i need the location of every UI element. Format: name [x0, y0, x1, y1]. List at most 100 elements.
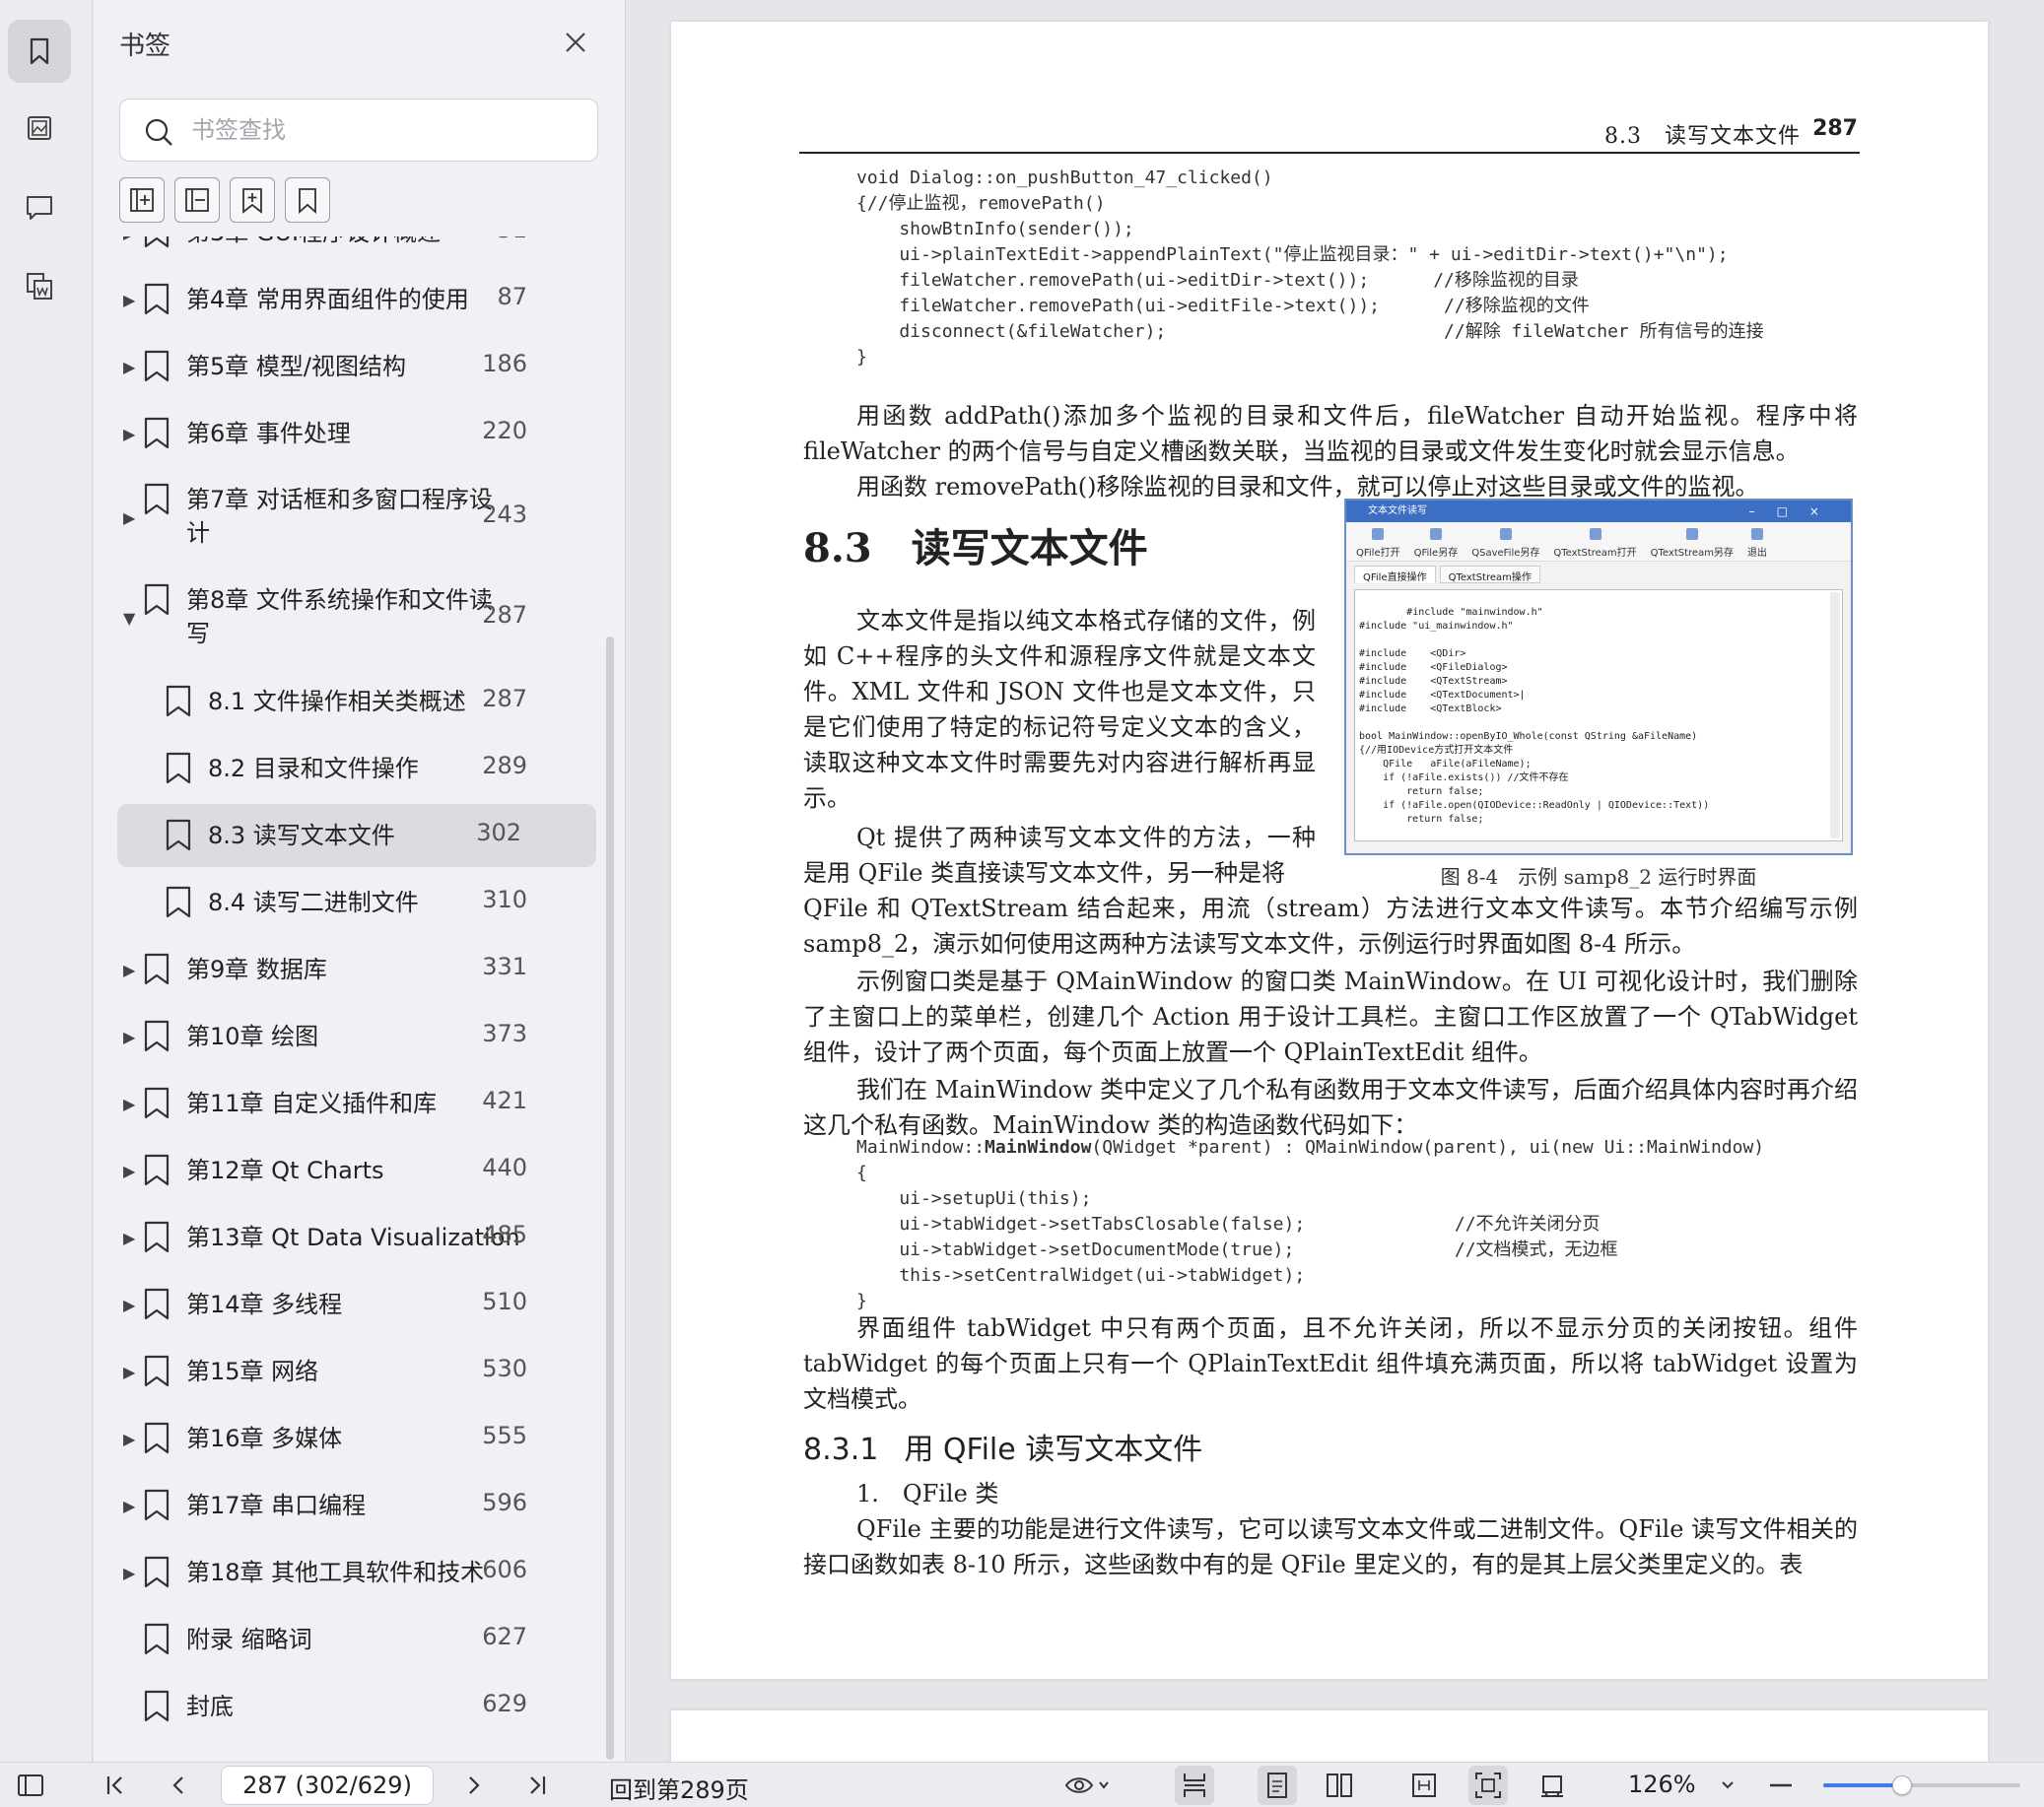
fit-width-button[interactable]: [1409, 1771, 1439, 1800]
bookmark-item[interactable]: ▶ 第16章 多媒体 555: [94, 1405, 625, 1472]
expand-arrow-icon[interactable]: ▶: [123, 1296, 135, 1314]
bookmark-item[interactable]: ▶ 第14章 多线程 510: [94, 1271, 625, 1338]
bookmark-search-input[interactable]: [191, 109, 576, 151]
fit-page-button[interactable]: [1468, 1766, 1508, 1805]
bookmark-item[interactable]: 8.4 读写二进制文件 310: [94, 869, 625, 936]
reading-mode-dropdown[interactable]: [1064, 1771, 1112, 1800]
bookmark-item[interactable]: ▶ 第17章 串口编程 596: [94, 1472, 625, 1539]
expand-arrow-icon[interactable]: ▶: [123, 1430, 135, 1448]
bookmark-icon: [144, 1087, 170, 1119]
next-page-button[interactable]: [459, 1771, 489, 1800]
figure-toolbar-button: QSaveFile另存: [1471, 526, 1539, 559]
single-page-button[interactable]: [1258, 1766, 1297, 1805]
figure-window-controls: –□×: [1748, 504, 1841, 518]
comment-panel-button[interactable]: [8, 175, 71, 238]
pages-panel-button[interactable]: [8, 254, 71, 317]
two-page-button[interactable]: [1325, 1771, 1354, 1800]
paragraph-text-files: 文本文件是指以纯文本格式存储的文件，例如 C++程序的头文件和源程序文件就是文本…: [803, 607, 1316, 812]
bookmark-icon: [30, 37, 49, 65]
last-page-button[interactable]: [522, 1771, 552, 1800]
add-bookmark-button[interactable]: [230, 177, 275, 223]
expand-arrow-icon[interactable]: ▶: [123, 291, 135, 309]
bookmark-item[interactable]: ▶ 第4章 常用界面组件的使用 87: [94, 266, 625, 333]
bookmark-item[interactable]: ▶ 第18章 其他工具软件和技术 606: [94, 1539, 625, 1606]
zoom-slider-knob[interactable]: [1892, 1775, 1912, 1795]
expand-arrow-icon[interactable]: ▶: [123, 1497, 135, 1515]
zoom-out-button[interactable]: [1766, 1771, 1796, 1800]
expand-arrow-icon[interactable]: ▶: [123, 1229, 135, 1247]
zoom-level[interactable]: 126%: [1628, 1771, 1696, 1798]
expand-arrow-icon[interactable]: ▶: [123, 1028, 135, 1046]
bookmark-item[interactable]: ▶ 第7章 对话框和多窗口程序设计 243: [94, 467, 625, 568]
bookmark-item[interactable]: ▶ 第12章 Qt Charts 440: [94, 1137, 625, 1204]
bookmark-item[interactable]: 8.3 读写文本文件 302: [117, 804, 596, 867]
bookmark-icon: [166, 752, 191, 784]
bookmark-item[interactable]: ▼ 第8章 文件系统操作和文件读写 287: [94, 568, 625, 668]
page-number-field[interactable]: 287 (302/629): [221, 1766, 434, 1805]
bookmark-icon: [144, 1154, 170, 1186]
bookmark-item[interactable]: ▶ 第15章 网络 530: [94, 1338, 625, 1405]
rotate-page-button[interactable]: [1537, 1771, 1567, 1800]
bookmark-icon: [144, 236, 170, 248]
expand-arrow-icon[interactable]: ▶: [123, 1363, 135, 1381]
bookmark-label: 第11章 自定义插件和库: [186, 1090, 438, 1117]
toggle-sidebar-button[interactable]: [16, 1771, 45, 1800]
bookmark-item[interactable]: ▶ 第9章 数据库 331: [94, 936, 625, 1003]
collapse-all-button[interactable]: [174, 177, 220, 223]
bookmark-item[interactable]: ▶ 第10章 绘图 373: [94, 1003, 625, 1070]
bookmark-label: 第7章 对话框和多窗口程序设计: [186, 486, 493, 547]
bookmark-page-number: 331: [482, 953, 527, 980]
expand-arrow-icon[interactable]: ▶: [123, 508, 135, 527]
bookmark-item[interactable]: ▶ 第13章 Qt Data Visualization 485: [94, 1204, 625, 1271]
bookmark-icon: [144, 953, 170, 985]
close-panel-button[interactable]: [559, 26, 592, 59]
bookmark-item[interactable]: 8.2 目录和文件操作 289: [94, 735, 625, 802]
previous-page-button[interactable]: [164, 1771, 193, 1800]
go-back-to-page-link[interactable]: 回到第289页: [609, 1771, 749, 1805]
expand-arrow-icon[interactable]: ▶: [123, 961, 135, 979]
bookmark-icon: [144, 1288, 170, 1320]
running-header-page-number: 287: [1812, 116, 1858, 141]
bookmark-page-number: 421: [482, 1087, 527, 1114]
bookmark-item[interactable]: 8.1 文件操作相关类概述 287: [94, 668, 625, 735]
bookmark-page-number: 243: [482, 501, 527, 528]
bookmark-page-number: 530: [482, 1355, 527, 1382]
expand-arrow-icon[interactable]: ▶: [123, 358, 135, 376]
expand-arrow-icon[interactable]: ▶: [123, 236, 135, 242]
bookmark-icon: [144, 1355, 170, 1387]
expand-all-button[interactable]: [119, 177, 165, 223]
bookmark-item[interactable]: ▶ 第3章 GUI程序设计概述 51: [94, 236, 625, 266]
expand-arrow-icon[interactable]: ▶: [123, 1162, 135, 1180]
code-function-name: MainWindow: [985, 1137, 1092, 1158]
bookmark-page-number: 87: [497, 283, 527, 310]
zoom-dropdown-button[interactable]: [1713, 1771, 1742, 1800]
bookmark-panel: 书签 ▶ 第3章 GUI程序设计概述 51 ▶ 第4章 常用界面组件的使用 87 ▶ 第5章 …: [94, 0, 626, 1762]
bookmark-icon: [144, 283, 170, 315]
expand-arrow-icon[interactable]: ▶: [123, 1095, 135, 1113]
code-block-constructor-head: MainWindow::MainWindow(QWidget *parent) …: [856, 1135, 1764, 1161]
zoom-slider[interactable]: [1823, 1775, 2020, 1795]
continuous-scroll-button[interactable]: [1175, 1766, 1214, 1805]
section-heading-8-3: 8.3 读写文本文件: [803, 516, 1148, 573]
status-bar: 287 (302/629) 回到第289页 126%: [0, 1762, 2044, 1807]
bookmark-list: ▶ 第3章 GUI程序设计概述 51 ▶ 第4章 常用界面组件的使用 87 ▶ 第5章 模型/…: [94, 236, 625, 1762]
first-page-button[interactable]: [101, 1771, 130, 1800]
code-block-constructor-body: { ui->setupUi(this); ui->tabWidget->setT…: [856, 1163, 1618, 1311]
figure-screenshot: 文本文件读写 –□× QFile打开 QFile另存 QSaveFile另存 QTex…: [1344, 499, 1853, 855]
bookmark-icon: [144, 417, 170, 449]
bookmark-item[interactable]: 附录 缩略词 627: [94, 1606, 625, 1673]
bookmark-item[interactable]: ▶ 第11章 自定义插件和库 421: [94, 1070, 625, 1137]
expand-arrow-icon[interactable]: ▶: [123, 1564, 135, 1582]
bookmark-item[interactable]: ▶ 第5章 模型/视图结构 186: [94, 333, 625, 400]
bookmark-item[interactable]: 封底 629: [94, 1673, 625, 1740]
document-viewer[interactable]: 8.3 读写文本文件 287 void Dialog::on_pushButto…: [627, 0, 2044, 1762]
bookmark-search-box[interactable]: [119, 99, 598, 162]
thumbnail-panel-button[interactable]: [8, 97, 71, 160]
bookmark-panel-button[interactable]: [8, 20, 71, 83]
bookmark-list-scrollbar[interactable]: [606, 636, 614, 1760]
fit-width-icon: [1412, 1774, 1436, 1797]
bookmark-options-button[interactable]: [285, 177, 330, 223]
bookmark-item[interactable]: ▶ 第6章 事件处理 220: [94, 400, 625, 467]
collapse-arrow-icon[interactable]: ▼: [123, 609, 135, 628]
expand-arrow-icon[interactable]: ▶: [123, 425, 135, 443]
